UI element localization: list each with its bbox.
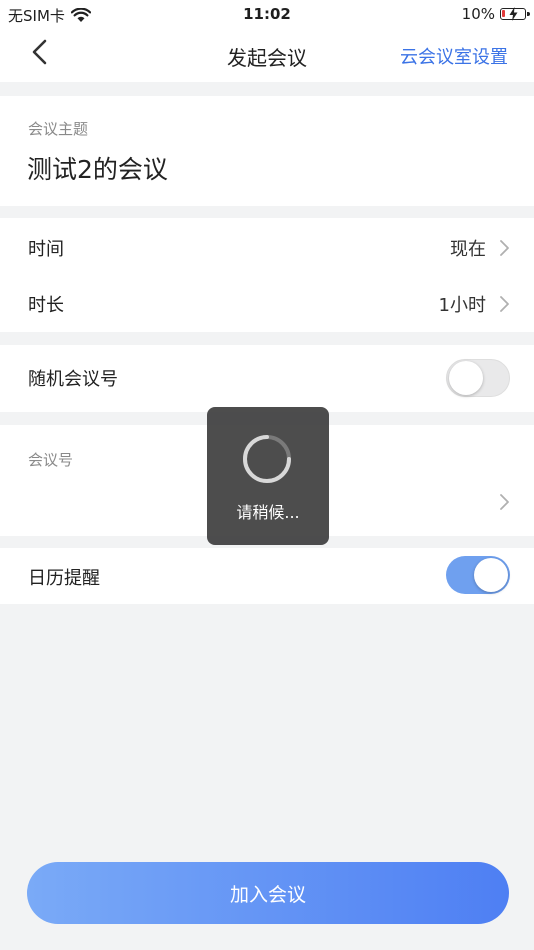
spinner-icon xyxy=(243,435,291,483)
cloud-room-settings-link[interactable]: 云会议室设置 xyxy=(400,43,508,69)
chevron-right-icon xyxy=(500,296,509,312)
battery-group: 10% xyxy=(461,5,530,23)
clock: 11:02 xyxy=(243,5,291,23)
battery-percent: 10% xyxy=(461,5,495,23)
calendar-card: 日历提醒 xyxy=(0,548,534,604)
status-bar: 无SIM卡 11:02 10% xyxy=(0,0,534,28)
battery-icon xyxy=(500,7,530,21)
time-label: 时间 xyxy=(28,239,64,260)
time-row[interactable]: 时间 现在 xyxy=(0,218,534,276)
loading-text: 请稍候... xyxy=(236,503,300,522)
chevron-right-icon xyxy=(500,494,509,510)
time-value: 现在 xyxy=(450,239,486,260)
subject-label: 会议主题 xyxy=(28,120,89,138)
subject-card[interactable]: 会议主题 测试2的会议 xyxy=(0,96,534,206)
calendar-toggle[interactable] xyxy=(446,556,510,594)
duration-value: 1小时 xyxy=(438,295,486,316)
duration-label: 时长 xyxy=(28,295,64,316)
chevron-right-icon xyxy=(500,240,509,256)
duration-row[interactable]: 时长 1小时 xyxy=(0,274,534,332)
calendar-label: 日历提醒 xyxy=(28,568,100,589)
join-meeting-button[interactable]: 加入会议 xyxy=(27,862,509,924)
random-id-toggle[interactable] xyxy=(446,359,510,397)
random-id-card: 随机会议号 xyxy=(0,345,534,412)
subject-input[interactable]: 测试2的会议 xyxy=(27,150,168,186)
random-id-label: 随机会议号 xyxy=(28,369,118,390)
schedule-card: 时间 现在 时长 1小时 xyxy=(0,218,534,332)
meeting-id-label: 会议号 xyxy=(28,451,74,469)
loading-toast: 请稍候... xyxy=(207,407,329,545)
nav-bar: 发起会议 云会议室设置 xyxy=(0,28,534,82)
